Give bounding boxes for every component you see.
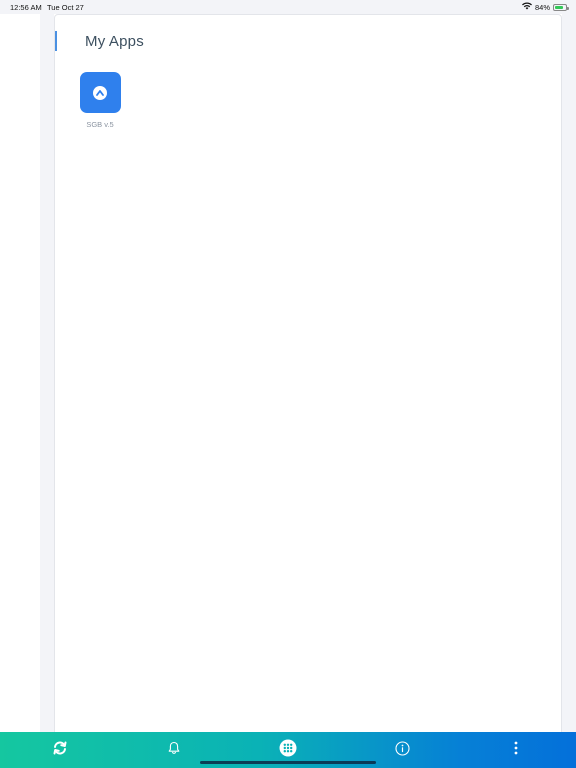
app-label: SGB v.5 bbox=[86, 120, 114, 129]
notifications-button[interactable] bbox=[162, 736, 186, 760]
right-rail bbox=[562, 14, 576, 732]
battery-charging-icon bbox=[553, 3, 569, 11]
battery-cap bbox=[567, 6, 569, 10]
wifi-icon bbox=[521, 2, 532, 12]
bell-icon bbox=[168, 741, 180, 754]
main-card: My Apps SGB v.5 bbox=[54, 14, 562, 732]
status-bar: 12:56 AM Tue Oct 27 84% bbox=[0, 0, 576, 14]
info-button[interactable] bbox=[390, 736, 414, 760]
app-tile-sgb[interactable]: SGB v.5 bbox=[79, 72, 121, 129]
apps-grid-button[interactable] bbox=[276, 736, 300, 760]
title-accent-bar bbox=[55, 31, 57, 51]
page-title: My Apps bbox=[85, 33, 144, 50]
left-rail-strip bbox=[40, 14, 54, 732]
app-caret-icon bbox=[93, 85, 107, 100]
battery-level bbox=[555, 5, 564, 9]
status-date: Tue Oct 27 bbox=[47, 3, 84, 12]
screen: 12:56 AM Tue Oct 27 84% My Apps SGB v.5 bbox=[0, 0, 576, 768]
bottom-nav-bar bbox=[0, 732, 576, 768]
status-time: 12:56 AM bbox=[10, 3, 42, 12]
more-vertical-icon bbox=[514, 741, 518, 755]
app-icon[interactable] bbox=[79, 72, 121, 113]
more-options-button[interactable] bbox=[504, 736, 528, 760]
battery-percent: 84% bbox=[534, 2, 550, 12]
grid-apps-icon bbox=[279, 739, 297, 757]
refresh-button[interactable] bbox=[48, 736, 72, 760]
status-right: 84% bbox=[521, 2, 569, 12]
left-rail bbox=[0, 14, 40, 732]
home-indicator[interactable] bbox=[200, 761, 376, 764]
refresh-sync-icon bbox=[53, 741, 67, 755]
info-icon bbox=[394, 740, 410, 756]
